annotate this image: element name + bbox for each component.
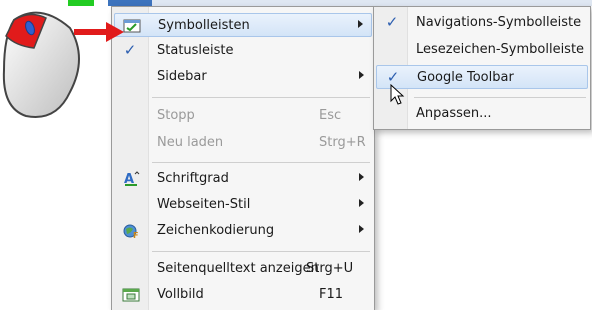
menu-item-statusbar[interactable]: ✓ Statusleiste xyxy=(114,39,372,63)
separator xyxy=(152,162,370,163)
submenu-arrow-icon xyxy=(358,20,363,28)
toolbars-submenu: ✓ Navigations-Symbolleiste Lesezeichen-S… xyxy=(373,6,591,130)
menu-item-view-source[interactable]: Seitenquelltext anzeigen Strg+U xyxy=(114,257,372,281)
check-icon: ✓ xyxy=(385,13,399,31)
submenu-item-google-toolbar[interactable]: ✓ Google Toolbar xyxy=(376,65,588,89)
red-arrow-icon xyxy=(74,22,124,42)
menu-item-sidebar[interactable]: Sidebar xyxy=(114,65,372,89)
svg-text:F: F xyxy=(133,231,138,239)
submenu-arrow-icon xyxy=(359,173,364,181)
menu-item-page-style[interactable]: Webseiten-Stil xyxy=(114,193,372,217)
menu-item-font-size[interactable]: A Schriftgrad xyxy=(114,167,372,191)
view-menu: Symbolleisten ✓ Statusleiste Sidebar Sto… xyxy=(111,6,375,310)
submenu-arrow-icon xyxy=(359,199,364,207)
submenu-item-bookmarks-toolbar[interactable]: Lesezeichen-Symbolleiste xyxy=(376,38,588,62)
submenu-arrow-icon xyxy=(359,71,364,79)
cursor-icon xyxy=(390,84,405,105)
submenu-item-navigation-toolbar[interactable]: ✓ Navigations-Symbolleiste xyxy=(376,11,588,35)
menu-item-toolbars[interactable]: Symbolleisten xyxy=(114,13,372,37)
menu-item-stop[interactable]: Stopp Esc xyxy=(114,104,372,128)
submenu-item-customize[interactable]: Anpassen... xyxy=(376,102,588,126)
font-size-icon: A xyxy=(122,171,140,187)
menu-item-encoding[interactable]: F Zeichenkodierung xyxy=(114,219,372,243)
mouse-icon xyxy=(2,11,124,118)
submenu-arrow-icon xyxy=(359,225,364,233)
separator xyxy=(414,97,586,98)
encoding-globe-icon: F xyxy=(122,223,140,240)
menu-item-fullscreen[interactable]: Vollbild F11 xyxy=(114,283,372,307)
separator xyxy=(152,97,370,98)
separator xyxy=(152,251,370,252)
fullscreen-icon xyxy=(122,287,140,303)
menu-item-reload[interactable]: Neu laden Strg+R xyxy=(114,131,372,155)
